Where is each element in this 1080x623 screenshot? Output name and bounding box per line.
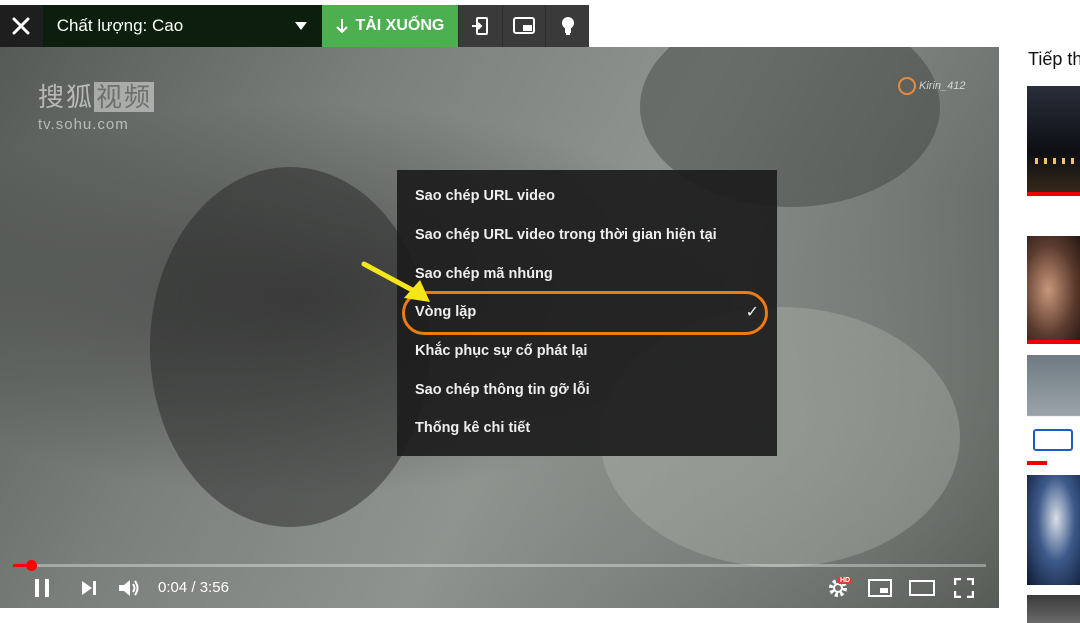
watched-progress-bar — [1027, 340, 1080, 344]
picture-in-picture-button[interactable] — [501, 5, 546, 47]
menu-item-copy-embed-code[interactable]: Sao chép mã nhúng — [397, 254, 777, 293]
theater-mode-icon — [909, 580, 935, 596]
miniplayer-button[interactable] — [866, 574, 894, 602]
volume-button[interactable] — [116, 574, 144, 602]
quality-dropdown[interactable]: Chất lượng: Cao — [42, 5, 322, 47]
skip-next-icon — [82, 581, 96, 595]
annotation-arrow-icon — [361, 261, 430, 302]
thumbnail-logo-icon — [1033, 429, 1073, 451]
current-time: 0:04 — [158, 579, 188, 596]
menu-item-copy-video-url-at-time[interactable]: Sao chép URL video trong thời gian hiện … — [397, 216, 777, 255]
next-button[interactable] — [76, 574, 102, 602]
picture-in-picture-icon — [512, 17, 535, 34]
channel-logo-icon — [898, 77, 916, 95]
video-scene-shadow — [150, 167, 430, 527]
sidebar-thumbnail[interactable] — [1027, 595, 1080, 623]
context-menu: Sao chép URL video Sao chép URL video tr… — [397, 170, 777, 456]
menu-item-troubleshoot-playback[interactable]: Khắc phục sự cố phát lại — [397, 332, 777, 371]
sidebar-thumbnail[interactable] — [1027, 86, 1080, 196]
caret-down-icon — [294, 22, 307, 30]
theater-mode-button[interactable] — [907, 574, 937, 602]
time-display: 0:04 / 3:56 — [158, 579, 229, 596]
pause-button[interactable] — [28, 574, 56, 602]
fullscreen-icon — [954, 578, 974, 598]
exit-to-app-button[interactable] — [457, 5, 502, 47]
download-button[interactable]: TẢI XUỐNG — [321, 5, 458, 47]
downloader-toolbar: Chất lượng: Cao TẢI XUỐNG — [0, 5, 589, 47]
watermark-cn-b: 视频 — [94, 82, 155, 112]
channel-watermark: Kirin_412 — [898, 77, 965, 95]
player-controls: 0:04 / 3:56 — [0, 570, 999, 606]
lightbulb-icon — [561, 17, 574, 35]
sohu-watermark: 搜狐视频 tv.sohu.com — [38, 77, 155, 133]
sidebar-thumbnail[interactable] — [1027, 355, 1080, 465]
menu-item-copy-video-url[interactable]: Sao chép URL video — [397, 177, 777, 216]
time-separator: / — [187, 579, 200, 596]
menu-item-copy-debug-info[interactable]: Sao chép thông tin gỡ lỗi — [397, 370, 777, 409]
sidebar-thumbnail[interactable] — [1027, 236, 1080, 344]
lightbulb-button[interactable] — [545, 5, 589, 47]
close-button[interactable] — [0, 5, 43, 47]
fullscreen-button[interactable] — [950, 574, 978, 602]
watermark-url: tv.sohu.com — [38, 116, 129, 133]
watermark-cn-a: 搜狐 — [38, 82, 95, 112]
close-icon — [12, 17, 30, 35]
thumbnail-lights — [1035, 158, 1075, 164]
duration: 3:56 — [199, 579, 229, 596]
download-arrow-icon — [336, 19, 349, 34]
hd-badge: HD — [838, 577, 853, 584]
miniplayer-icon — [868, 579, 892, 597]
menu-item-stats-for-nerds[interactable]: Thống kê chi tiết — [397, 409, 777, 448]
download-label: TẢI XUỐNG — [355, 17, 445, 34]
sidebar-thumbnail[interactable] — [1027, 475, 1080, 585]
volume-icon — [119, 580, 139, 596]
exit-to-app-icon — [472, 17, 489, 35]
watched-progress-bar — [1027, 461, 1047, 465]
progress-bar[interactable] — [13, 560, 986, 571]
pause-icon — [35, 579, 49, 597]
checkmark-icon: ✓ — [745, 304, 759, 322]
menu-item-loop[interactable]: Vòng lặp ✓ — [397, 293, 777, 332]
watermark-channel: Kirin_412 — [919, 80, 966, 92]
up-next-title: Tiếp th — [1028, 49, 1080, 69]
quality-label: Chất lượng: Cao — [56, 16, 184, 35]
watched-progress-bar — [1027, 192, 1080, 196]
